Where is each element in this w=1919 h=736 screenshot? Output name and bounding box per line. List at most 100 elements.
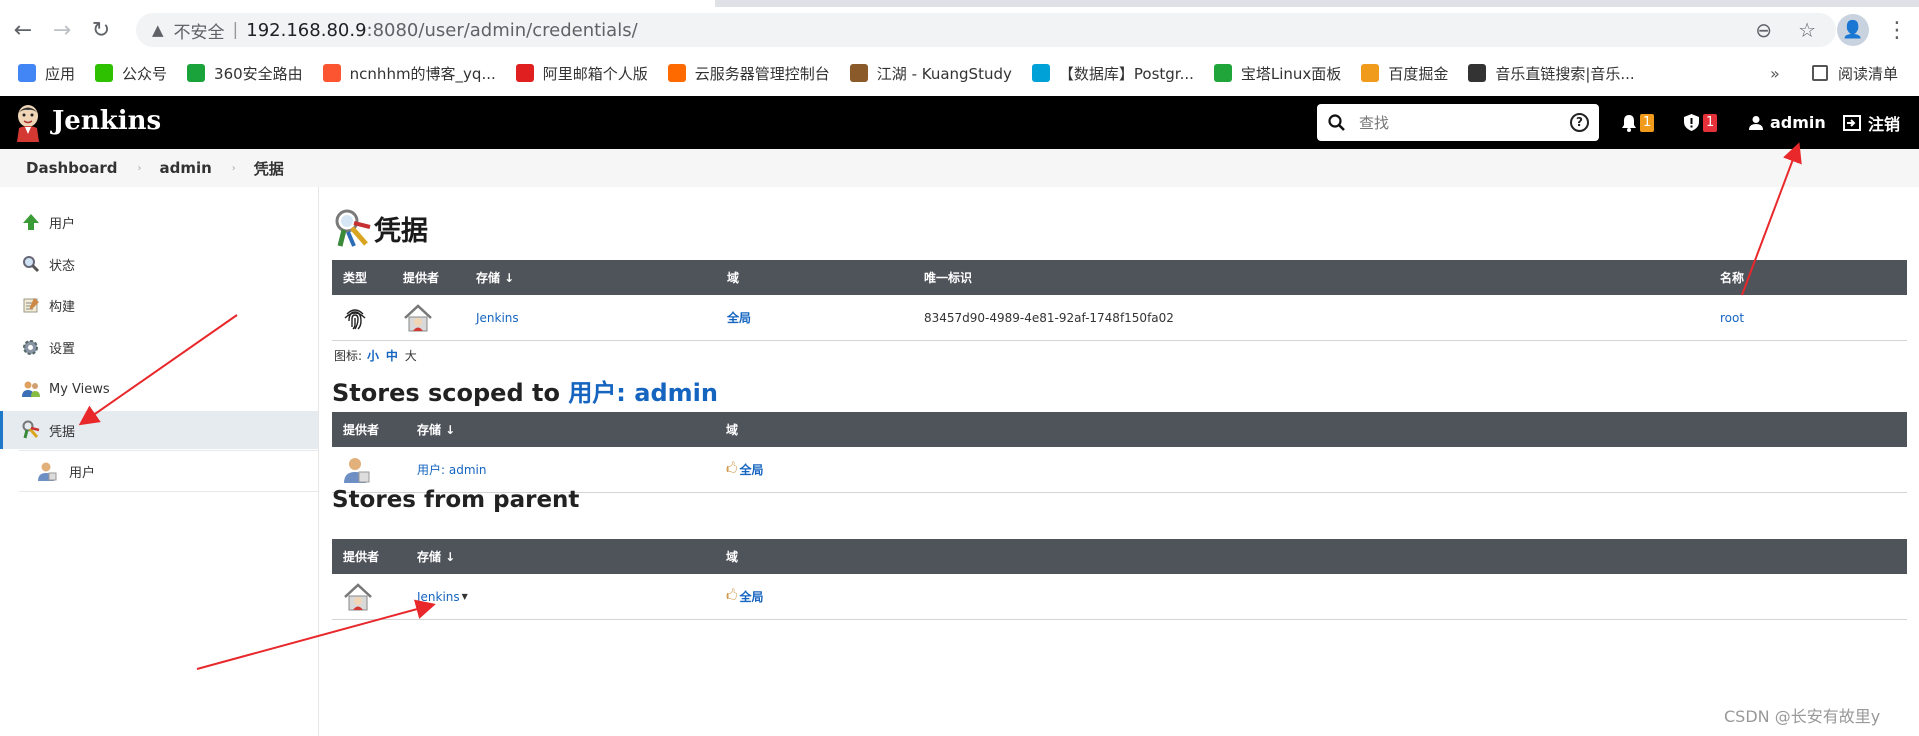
jenkins-logo-icon[interactable]: [13, 104, 43, 142]
reload-icon[interactable]: ↻: [85, 14, 117, 46]
column-header-store[interactable]: 存储 ↓: [465, 269, 716, 286]
domain-link-global[interactable]: 全局: [740, 461, 764, 478]
insecure-label: 不安全: [173, 22, 225, 43]
user-provider-icon: [332, 456, 406, 484]
domain-icon: 🖒: [726, 461, 738, 475]
bt-panel-icon: [1213, 64, 1232, 82]
column-header-type[interactable]: 类型: [332, 269, 392, 286]
bookmark-item[interactable]: 百度掘金: [1361, 63, 1448, 84]
domain-link-global[interactable]: 全局: [740, 588, 764, 605]
sidebar-item-settings[interactable]: 设置: [0, 328, 318, 366]
column-header-name[interactable]: 名称: [1709, 269, 1907, 286]
column-header-provider[interactable]: 提供者: [392, 269, 465, 286]
bookmarks-more-button[interactable]: »: [1770, 56, 1780, 90]
browser-menu-icon[interactable]: ⋮: [1884, 14, 1910, 46]
gear-icon: [20, 337, 41, 358]
bookmark-label: ncnhhm的博客_yq...: [349, 64, 496, 83]
sidebar-item-status[interactable]: 状态: [0, 245, 318, 283]
bookmark-label: 江湖 - KuangStudy: [876, 64, 1012, 83]
search-icon: [1327, 113, 1347, 133]
bookmark-label: 音乐直链搜索|音乐...: [1495, 64, 1635, 83]
address-bar[interactable]: ▲ 不安全 | 192.168.80.9:8080/user/admin/cre…: [136, 13, 1836, 47]
domain-link-global[interactable]: 全局: [727, 309, 751, 326]
bookmark-item[interactable]: 江湖 - KuangStudy: [849, 63, 1012, 84]
scoped-user-link[interactable]: 用户: admin: [568, 379, 718, 407]
user-icon: [1749, 115, 1763, 130]
bookmark-item[interactable]: ncnhhm的博客_yq...: [322, 63, 496, 84]
bookmark-label: 百度掘金: [1388, 64, 1449, 83]
reading-list-button[interactable]: 阅读清单: [1812, 56, 1898, 90]
back-icon[interactable]: ←: [7, 14, 39, 46]
sidebar-subitem-user[interactable]: 用户: [19, 450, 318, 492]
kuangstudy-icon: [849, 64, 868, 82]
browser-tabstrip: [0, 0, 1919, 7]
column-header-domain[interactable]: 域: [716, 269, 913, 286]
bookmark-label: 公众号: [122, 64, 168, 83]
bookmark-item[interactable]: 阿里邮箱个人版: [515, 63, 648, 84]
bookmark-label: 云服务器管理控制台: [694, 64, 830, 83]
breadcrumb-admin[interactable]: admin: [159, 159, 211, 177]
table-header: 提供者 存储 ↓ 域: [332, 412, 1907, 447]
notifications-button[interactable]: 1: [1621, 110, 1655, 135]
bookmark-item[interactable]: 公众号: [95, 63, 167, 84]
store-link-jenkins[interactable]: Jenkins: [476, 311, 519, 325]
bookmark-item[interactable]: 应用: [18, 63, 75, 84]
dropdown-caret-icon[interactable]: ▼: [462, 592, 468, 601]
logout-icon: [1843, 114, 1861, 131]
breadcrumb-chevron-icon[interactable]: ›: [232, 163, 236, 174]
sidebar-item-label: 状态: [49, 258, 76, 274]
bookmark-label: 【数据库】Postgr...: [1058, 64, 1194, 83]
apps-grid-icon: [18, 64, 36, 82]
credential-name-link[interactable]: root: [1720, 311, 1744, 325]
sidebar-item-user[interactable]: 用户: [0, 203, 318, 241]
aliyun-mail-icon: [515, 64, 534, 82]
breadcrumb-credentials[interactable]: 凭据: [254, 158, 284, 179]
breadcrumb-dashboard[interactable]: Dashboard: [26, 159, 117, 177]
page-title: 凭据: [332, 208, 428, 248]
sidebar-item-my-views[interactable]: My Views: [0, 370, 318, 408]
column-header-domain[interactable]: 域: [715, 421, 1907, 438]
user-menu-button[interactable]: admin: [1748, 110, 1826, 135]
table-header: 提供者 存储 ↓ 域: [332, 539, 1907, 574]
column-header-domain[interactable]: 域: [715, 548, 1907, 565]
bookmark-star-icon[interactable]: ☆: [1798, 18, 1816, 42]
notepad-icon: [20, 295, 41, 316]
reading-list-label: 阅读清单: [1838, 64, 1899, 83]
column-header-provider[interactable]: 提供者: [332, 421, 406, 438]
help-icon[interactable]: ?: [1570, 113, 1589, 132]
icon-size-medium[interactable]: 中: [386, 349, 398, 363]
icon-size-small[interactable]: 小: [367, 349, 379, 363]
bookmark-item[interactable]: 【数据库】Postgr...: [1031, 63, 1194, 84]
bookmark-item[interactable]: 宝塔Linux面板: [1213, 63, 1342, 84]
security-count-badge: 1: [1703, 113, 1718, 132]
scoped-stores-title: Stores scoped to 用户: admin: [332, 379, 718, 407]
sidebar-item-builds[interactable]: 构建: [0, 286, 318, 324]
column-header-store[interactable]: 存储 ↓: [406, 421, 715, 438]
csdn-icon: [322, 64, 341, 82]
bookmark-item[interactable]: 音乐直链搜索|音乐...: [1468, 63, 1635, 84]
bookmark-item[interactable]: 360安全路由: [187, 63, 303, 84]
header-username: admin: [1770, 113, 1826, 132]
search-box[interactable]: ?: [1317, 104, 1599, 141]
sidebar-item-label: 用户: [49, 216, 76, 232]
sidebar-item-credentials[interactable]: 凭据: [0, 411, 318, 449]
security-warnings-button[interactable]: 1: [1683, 110, 1718, 135]
bookmark-item[interactable]: 云服务器管理控制台: [667, 63, 830, 84]
store-link-user-admin[interactable]: 用户: admin: [417, 461, 486, 478]
column-header-store[interactable]: 存储 ↓: [406, 548, 715, 565]
breadcrumb-chevron-icon[interactable]: ›: [137, 163, 141, 174]
jenkins-title[interactable]: Jenkins: [52, 106, 161, 136]
logout-button[interactable]: 注销: [1843, 110, 1900, 135]
bookmarks-bar: 应用 公众号 360安全路由 ncnhhm的博客_yq... 阿里邮箱个人版 云服务器管理…: [0, 56, 1919, 90]
profile-avatar[interactable]: 👤: [1837, 14, 1869, 46]
credential-id: 83457d90-4989-4e81-92af-1748f150fa02: [924, 310, 1174, 325]
zoom-icon[interactable]: ⊖: [1755, 18, 1772, 42]
url-text: 192.168.80.9:8080/user/admin/credentials…: [246, 20, 637, 41]
column-header-id[interactable]: 唯一标识: [913, 269, 1709, 286]
warning-triangle-icon: ▲: [152, 21, 164, 39]
forward-icon[interactable]: →: [46, 14, 78, 46]
search-input[interactable]: [1359, 113, 1569, 132]
column-header-provider[interactable]: 提供者: [332, 548, 406, 565]
bookmark-label: 宝塔Linux面板: [1240, 64, 1342, 83]
store-link-jenkins-parent[interactable]: Jenkins: [417, 590, 460, 604]
